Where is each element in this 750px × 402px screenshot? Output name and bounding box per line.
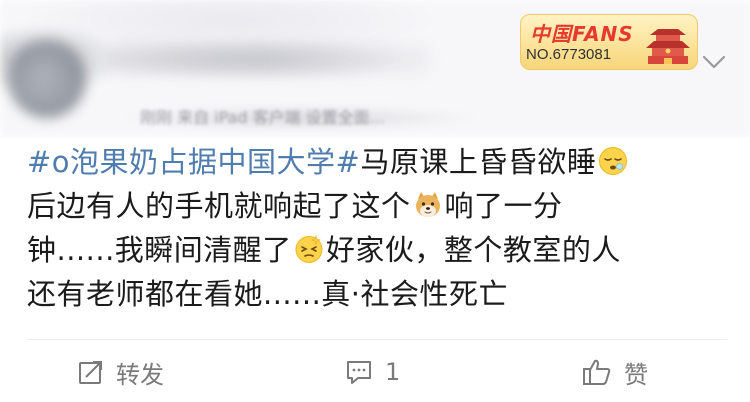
post-meta: 刚刚 来自 iPad 客户端 设置全面... xyxy=(140,108,385,127)
post-text: 钟......我瞬间清醒了 xyxy=(27,233,292,267)
post-text: 好家伙，整个教室的人 xyxy=(325,233,621,267)
repost-button[interactable]: 转发 xyxy=(78,352,164,392)
avatar[interactable] xyxy=(8,40,86,118)
fans-badge[interactable]: 中国FANS NO.6773081 xyxy=(520,14,698,70)
doge-emoji-icon xyxy=(415,192,440,217)
post-line-3: 钟......我瞬间清醒了 好家伙，整个教室的人 xyxy=(27,228,727,272)
tiananmen-gate-icon xyxy=(646,29,690,64)
post-text: 响了一分 xyxy=(444,189,563,223)
post-line-1: #o泡果奶占据中国大学#马原课上昏昏欲睡 xyxy=(27,140,727,184)
comment-icon xyxy=(347,361,371,384)
sleepy-face-emoji-icon xyxy=(599,147,628,175)
divider xyxy=(27,339,727,340)
post-text: 还有老师都在看她......真·社会性死亡 xyxy=(27,277,509,311)
repost-label: 转发 xyxy=(116,360,164,389)
comment-count: 1 xyxy=(385,358,401,386)
thumbs-up-icon xyxy=(583,359,611,385)
post-text: 后边有人的手机就响起了这个 xyxy=(27,189,411,223)
post-body: #o泡果奶占据中国大学#马原课上昏昏欲睡 后边有人的手机就响起了这个 响了一分 … xyxy=(27,140,727,316)
repost-icon xyxy=(79,361,102,384)
topic-hashtag-link[interactable]: #o泡果奶占据中国大学# xyxy=(27,145,360,179)
fans-badge-number: NO.6773081 xyxy=(526,46,612,63)
comment-button[interactable]: 1 xyxy=(345,352,400,392)
like-button[interactable]: 赞 xyxy=(582,352,648,392)
like-label: 赞 xyxy=(624,360,648,389)
post-line-4: 还有老师都在看她......真·社会性死亡 xyxy=(27,272,727,316)
post-text: 马原课上昏昏欲睡 xyxy=(360,145,597,179)
username-blurred[interactable] xyxy=(110,45,430,73)
fans-badge-title: 中国FANS xyxy=(530,22,634,46)
post-line-2: 后边有人的手机就响起了这个 响了一分 xyxy=(27,184,727,228)
dizzy-face-emoji-icon xyxy=(295,235,323,263)
chevron-down-icon[interactable] xyxy=(700,52,728,72)
